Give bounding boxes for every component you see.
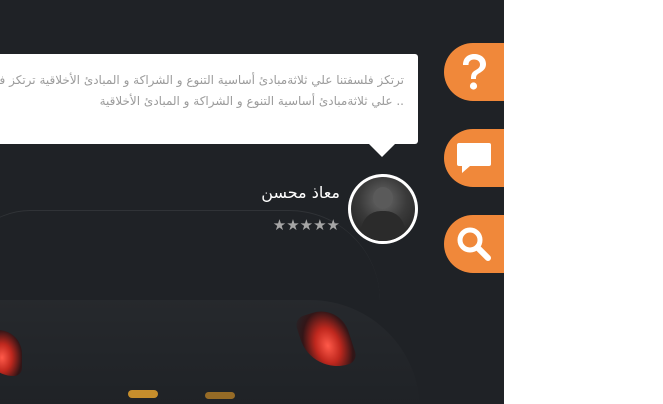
- testimonial-section: ترتكز فلسفتنا علي ثلاثةمبادئ أساسية التن…: [0, 0, 504, 404]
- search-icon: [457, 227, 491, 261]
- chat-bubble-icon: [457, 143, 491, 173]
- testimonial-author-name: معاذ محسن: [261, 183, 340, 202]
- author-avatar-photo: [351, 177, 415, 241]
- car-reflector-light: [205, 392, 235, 399]
- question-icon: [463, 54, 486, 90]
- car-background-body: [0, 300, 420, 404]
- search-button[interactable]: [444, 215, 504, 273]
- avatar-photo-body: [361, 211, 405, 241]
- testimonial-text-line-1: ترتكز فلسفتنا علي ثلاثةمبادئ أساسية التن…: [0, 73, 404, 87]
- help-button[interactable]: [444, 43, 504, 101]
- testimonial-bubble-pointer: [368, 143, 396, 157]
- testimonial-text-line-2: .. علي ثلاثةمبادئ أساسية التنوع و الشراك…: [99, 94, 404, 108]
- author-avatar: [348, 174, 418, 244]
- testimonial-bubble: ترتكز فلسفتنا علي ثلاثةمبادئ أساسية التن…: [0, 54, 418, 144]
- avatar-photo-head: [373, 187, 393, 209]
- rating-stars: ★★★★★: [272, 216, 340, 234]
- chat-button[interactable]: [444, 129, 504, 187]
- car-reflector-light: [128, 390, 158, 398]
